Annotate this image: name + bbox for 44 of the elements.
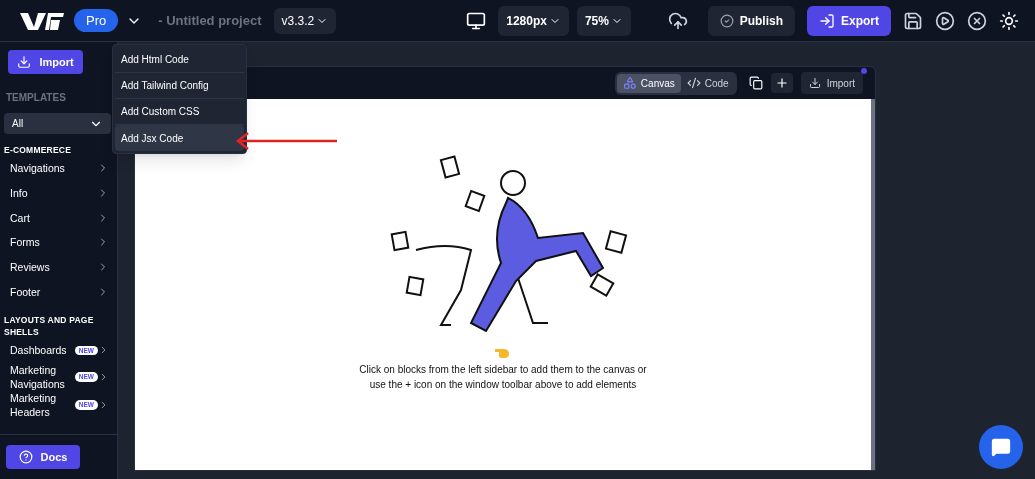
chat-button[interactable] — [979, 425, 1023, 469]
import-button[interactable]: Import — [8, 50, 83, 74]
help-icon — [18, 450, 33, 464]
copy-icon[interactable] — [748, 76, 763, 90]
sidebar-item[interactable]: Info — [0, 180, 117, 206]
menu-item[interactable]: Add Jsx Code — [115, 125, 244, 151]
docs-button[interactable]: Docs — [6, 445, 80, 469]
export-arrow-icon — [819, 12, 835, 29]
sidebar-item[interactable]: Forms — [0, 230, 117, 255]
version-dropdown[interactable]: v3.3.2 — [273, 7, 337, 34]
plus-icon — [774, 76, 789, 90]
pointing-hand-icon — [495, 346, 511, 358]
sidebar-item[interactable]: Footer — [0, 279, 117, 305]
viewport-dropdown[interactable]: 1280px — [498, 5, 569, 36]
plan-badge: Pro — [74, 8, 119, 33]
menu-item[interactable]: Add Html Code — [115, 47, 244, 73]
play-icon[interactable] — [935, 10, 955, 31]
zoom-dropdown[interactable]: 75% — [576, 5, 631, 36]
check-circle-icon — [719, 13, 734, 28]
chat-icon — [991, 437, 1011, 457]
close-icon[interactable] — [967, 10, 987, 31]
view-tab[interactable]: Canvas — [616, 73, 681, 93]
add-button[interactable] — [770, 73, 793, 93]
menu-item[interactable]: Add Tailwind Config — [115, 73, 244, 99]
sidebar-item[interactable]: Reviews — [0, 254, 117, 280]
save-icon[interactable] — [903, 10, 923, 31]
sidebar-item[interactable]: Cart — [0, 205, 117, 231]
section-heading: TEMPLATES — [5, 91, 67, 105]
sun-icon[interactable] — [999, 10, 1019, 31]
import-icon — [17, 55, 32, 69]
template-filter-dropdown[interactable]: All — [4, 113, 111, 134]
project-title: - Untitled project — [158, 11, 262, 30]
code-icon — [686, 76, 701, 90]
canvas-hint-text: Click on blocks from the left sidebar to add them to the canvas or use the + icon on the window toolbar above to add elements — [358, 363, 648, 392]
import-icon — [808, 77, 821, 89]
sidebar-item[interactable]: Navigations — [0, 156, 117, 181]
view-tab[interactable]: Code — [680, 73, 735, 93]
cloud-upload-icon[interactable] — [667, 10, 688, 31]
section-heading: E-COMMERECE — [3, 144, 73, 156]
shapes-icon — [622, 76, 637, 90]
section-heading: LAYOUTS AND PAGE SHELLS — [3, 314, 95, 339]
monitor-icon[interactable] — [466, 10, 487, 31]
export-button[interactable]: Export — [807, 5, 891, 36]
publish-button[interactable]: Publish — [707, 5, 795, 36]
